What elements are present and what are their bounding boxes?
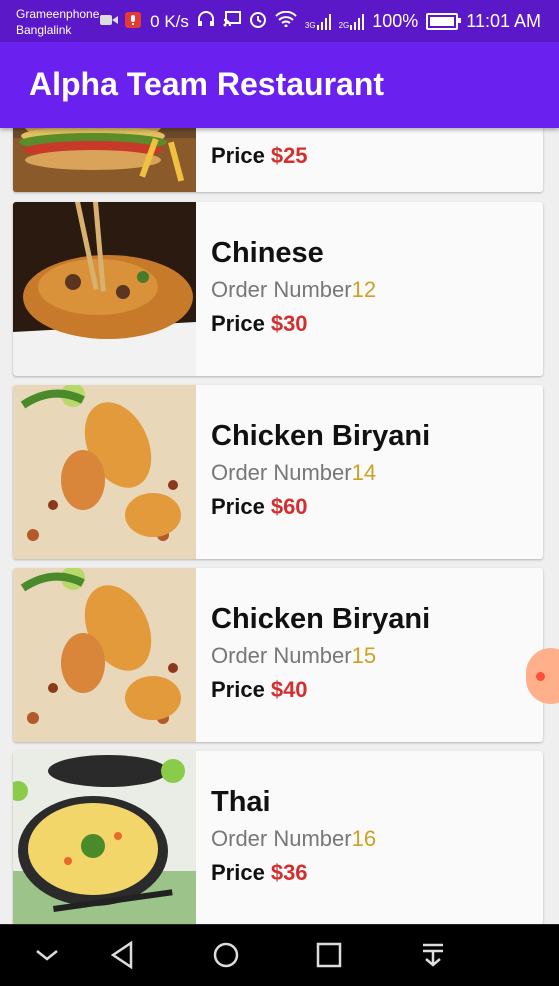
order-label: Order Number (211, 277, 352, 302)
order-label: Order Number (211, 643, 352, 668)
price-value: $30 (270, 311, 308, 336)
order-label: Order Number (211, 826, 352, 851)
price-label: Price (211, 143, 265, 168)
item-name: Chinese (211, 237, 324, 269)
price-value: $60 (270, 494, 308, 519)
video-camera-icon (100, 12, 118, 28)
item-order: Order Number15 (211, 642, 430, 670)
status-right: 0 K/s 3G 2G 100% 11:01 AM (150, 10, 541, 33)
signal-2g-icon: 2G (338, 13, 365, 30)
item-info: Chicken Biryani Order Number14 Price $60 (211, 419, 430, 520)
order-number: 14 (351, 460, 377, 485)
menu-list[interactable]: Price $25 Chinese Order Number12 Price $… (0, 128, 559, 924)
app-bar: Alpha Team Restaurant (0, 42, 559, 128)
price-label: Price (211, 677, 265, 702)
battery-percent: 100% (372, 11, 419, 31)
carrier-2: Banglalink (16, 23, 72, 37)
network-3g-label: 3G (304, 20, 316, 30)
item-price: Price $60 (211, 494, 430, 520)
biryani-image (13, 385, 196, 559)
notification-icons (100, 12, 142, 28)
menu-item-card[interactable]: Price $25 (13, 128, 543, 192)
alarm-icon (249, 10, 267, 33)
navigation-bar (0, 924, 559, 986)
notification-pulldown-icon[interactable] (413, 937, 453, 973)
order-number: 15 (351, 643, 377, 668)
price-label: Price (211, 860, 265, 885)
network-2g-label: 2G (338, 20, 350, 30)
item-name: Thai (211, 786, 271, 818)
item-info: Chinese Order Number12 Price $30 (211, 236, 376, 337)
price-value: $40 (270, 677, 308, 702)
order-label: Order Number (211, 460, 352, 485)
status-bar: Grameenphone Banglalink 0 K/s 3G 2G 100%… (0, 0, 559, 42)
app-title: Alpha Team Restaurant (29, 66, 385, 102)
cast-icon (223, 11, 241, 32)
price-value: $36 (270, 860, 308, 885)
network-speed: 0 K/s (150, 11, 189, 31)
menu-item-card[interactable]: Chinese Order Number12 Price $30 (13, 202, 543, 376)
item-order: Order Number16 (211, 825, 376, 853)
chevron-down-icon[interactable] (27, 937, 67, 973)
battery-icon (426, 13, 462, 30)
screen: Grameenphone Banglalink 0 K/s 3G 2G 100%… (0, 0, 559, 986)
item-info: Chicken Biryani Order Number15 Price $40 (211, 602, 430, 703)
item-name: Chicken Biryani (211, 603, 431, 635)
item-price: Price $30 (211, 311, 376, 337)
menu-item-card[interactable]: Chicken Biryani Order Number14 Price $60 (13, 385, 543, 559)
burger-image (13, 128, 196, 192)
biryani-image (13, 568, 196, 742)
item-price: Price $25 (211, 143, 308, 169)
home-button[interactable] (206, 937, 246, 973)
bubble-dot-icon (536, 672, 545, 681)
item-info: Thai Order Number16 Price $36 (211, 785, 376, 886)
order-number: 16 (351, 826, 377, 851)
menu-item-card[interactable]: Chicken Biryani Order Number15 Price $40 (13, 568, 543, 742)
soup-image (13, 751, 196, 924)
headphones-icon (197, 11, 215, 32)
item-name: Chicken Biryani (211, 420, 431, 452)
noodles-image (13, 202, 196, 376)
back-button[interactable] (103, 937, 143, 973)
price-value: $25 (270, 143, 308, 168)
recents-button[interactable] (309, 937, 349, 973)
menu-item-card[interactable]: Thai Order Number16 Price $36 (13, 751, 543, 924)
clock: 11:01 AM (466, 11, 541, 31)
item-price: Price $40 (211, 677, 430, 703)
signal-3g-icon: 3G (304, 13, 331, 30)
item-price: Price $36 (211, 860, 376, 886)
item-info: Price $25 (211, 136, 308, 169)
item-order: Order Number14 (211, 459, 430, 487)
item-order: Order Number12 (211, 276, 376, 304)
carrier-info: Grameenphone Banglalink (16, 6, 99, 38)
wifi-icon (275, 10, 297, 32)
order-number: 12 (351, 277, 377, 302)
microphone-icon (124, 12, 142, 28)
carrier-1: Grameenphone (16, 7, 100, 21)
price-label: Price (211, 494, 265, 519)
price-label: Price (211, 311, 265, 336)
